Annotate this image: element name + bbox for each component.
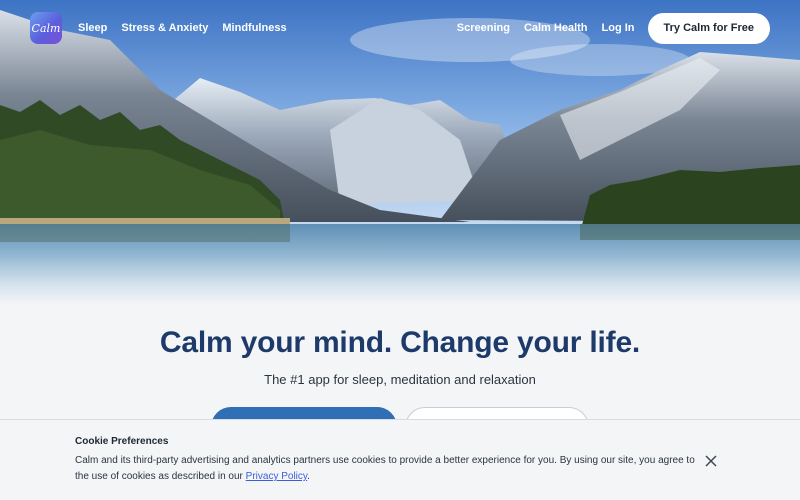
nav-link-screening[interactable]: Screening — [457, 22, 510, 34]
privacy-policy-link[interactable]: Privacy Policy — [246, 471, 308, 482]
cookie-text: Calm and its third-party advertising and… — [75, 453, 705, 485]
nav-link-calm-health[interactable]: Calm Health — [524, 22, 588, 34]
page-headline: Calm your mind. Change your life. — [159, 326, 641, 359]
try-calm-free-button[interactable]: Try Calm for Free — [647, 12, 770, 44]
close-icon[interactable] — [703, 453, 719, 469]
nav-link-mindfulness[interactable]: Mindfulness — [222, 22, 286, 34]
nav-link-sleep[interactable]: Sleep — [78, 22, 107, 34]
nav-link-stress-anxiety[interactable]: Stress & Anxiety — [121, 22, 208, 34]
cookie-banner: Cookie Preferences Calm and its third-pa… — [0, 419, 800, 500]
calm-logo[interactable]: Calm — [30, 12, 62, 44]
cookie-suffix: . — [307, 471, 310, 482]
cookie-body: Calm and its third-party advertising and… — [75, 455, 695, 482]
close-icon-glyph — [705, 455, 717, 467]
page-subheadline: The #1 app for sleep, meditation and rel… — [264, 372, 536, 387]
nav-link-log-in[interactable]: Log In — [602, 22, 635, 34]
cookie-title: Cookie Preferences — [75, 436, 169, 447]
top-nav: Calm Sleep Stress & Anxiety Mindfulness … — [0, 0, 800, 56]
nav-right: Screening Calm Health Log In Try Calm fo… — [457, 12, 770, 44]
